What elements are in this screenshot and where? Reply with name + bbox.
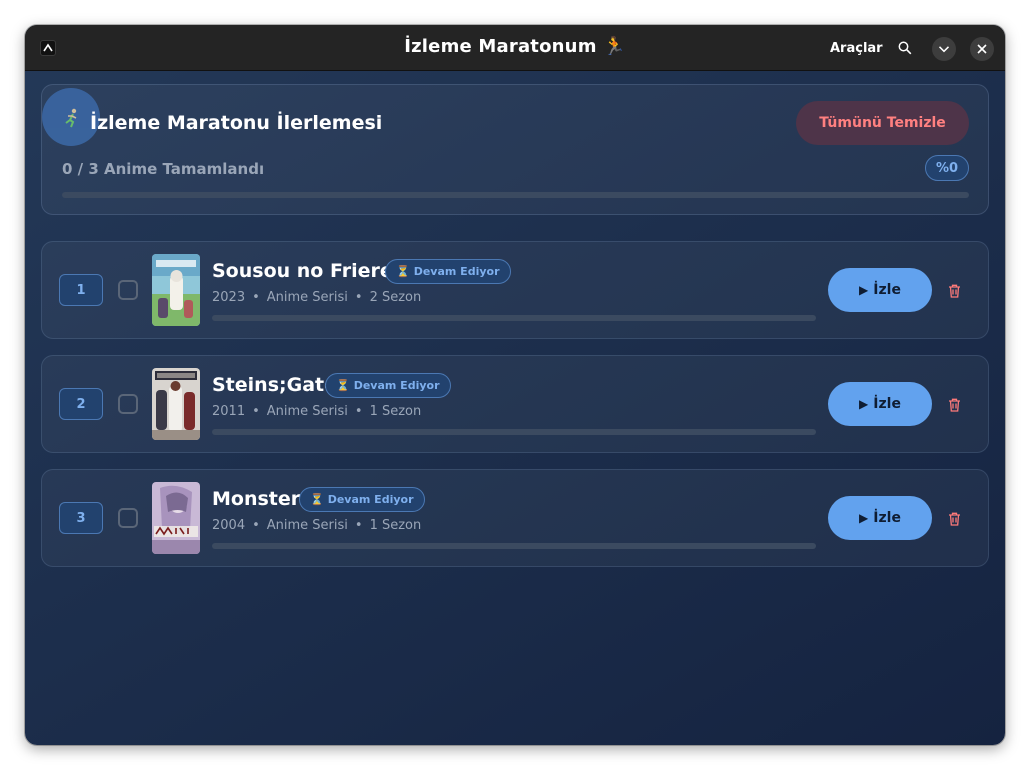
meta-type: Anime Serisi (266, 404, 348, 419)
hourglass-icon: ⏳ (396, 265, 410, 278)
list-item: 1 Sousou no Frieren ⏳ Devam Ediyor 2023 •… (41, 241, 989, 339)
item-index: 2 (59, 388, 103, 420)
watch-label: İzle (873, 396, 901, 412)
minimize-button[interactable] (932, 37, 956, 61)
runner-icon (65, 108, 77, 128)
progress-title: İzleme Maratonu İlerlemesi (90, 112, 383, 134)
anime-meta: 2023 • Anime Serisi • 2 Sezon (212, 290, 422, 305)
watch-label: İzle (873, 510, 901, 526)
runner-emoji: 🏃 (603, 36, 626, 57)
title-bar: İzleme Maratonum 🏃 Araçlar (25, 25, 1005, 71)
watched-checkbox[interactable] (118, 280, 138, 300)
meta-type: Anime Serisi (266, 290, 348, 305)
watch-button[interactable]: ▶ İzle (828, 268, 932, 312)
close-icon (977, 44, 987, 54)
hourglass-icon: ⏳ (310, 493, 324, 506)
meta-year: 2011 (212, 404, 246, 419)
play-icon: ▶ (859, 283, 869, 297)
marathon-progress-card: İzleme Maratonu İlerlemesi Tümünü Temizl… (41, 84, 989, 215)
trash-icon[interactable] (948, 283, 961, 302)
trash-icon[interactable] (948, 511, 961, 530)
completed-count: 0 / 3 Anime Tamamlandı (62, 160, 265, 178)
watch-button[interactable]: ▶ İzle (828, 496, 932, 540)
hourglass-icon: ⏳ (336, 379, 350, 392)
item-progress-bar (212, 543, 816, 549)
close-button[interactable] (970, 37, 994, 61)
app-window: İzleme Maratonum 🏃 Araçlar İzleme Marato… (25, 25, 1005, 745)
meta-seasons: 1 Sezon (369, 518, 422, 533)
list-item: 2 Steins;Gate ⏳ Devam Ediyor 2011 • Anime … (41, 355, 989, 453)
anime-meta: 2004 • Anime Serisi • 1 Sezon (212, 518, 422, 533)
play-icon: ▶ (859, 397, 869, 411)
item-progress-bar (212, 429, 816, 435)
meta-type: Anime Serisi (266, 518, 348, 533)
trash-icon[interactable] (948, 397, 961, 416)
search-icon[interactable] (898, 40, 912, 59)
meta-year: 2004 (212, 518, 246, 533)
item-index: 1 (59, 274, 103, 306)
meta-seasons: 1 Sezon (369, 404, 422, 419)
status-text: Devam Ediyor (353, 379, 440, 392)
tools-menu-button[interactable]: Araçlar (830, 41, 883, 56)
watched-checkbox[interactable] (118, 508, 138, 528)
chevron-down-icon (938, 46, 950, 53)
item-progress-bar (212, 315, 816, 321)
status-badge: ⏳ Devam Ediyor (325, 373, 451, 398)
status-text: Devam Ediyor (327, 493, 414, 506)
poster-image (152, 254, 200, 326)
anime-title: Steins;Gate (212, 374, 337, 396)
status-text: Devam Ediyor (413, 265, 500, 278)
list-item: 3 Monster ⏳ Devam Ediyor 2004 • Anime Seri… (41, 469, 989, 567)
window-title-text: İzleme Maratonum (404, 36, 597, 57)
poster-image (152, 368, 200, 440)
percent-badge: %0 (925, 155, 969, 181)
anime-title: Sousou no Frieren (212, 260, 407, 282)
watched-checkbox[interactable] (118, 394, 138, 414)
meta-seasons: 2 Sezon (369, 290, 422, 305)
status-badge: ⏳ Devam Ediyor (385, 259, 511, 284)
clear-all-button[interactable]: Tümünü Temizle (796, 101, 969, 145)
overall-progress-bar (62, 192, 969, 198)
meta-year: 2023 (212, 290, 246, 305)
play-icon: ▶ (859, 511, 869, 525)
watch-label: İzle (873, 282, 901, 298)
status-badge: ⏳ Devam Ediyor (299, 487, 425, 512)
item-index: 3 (59, 502, 103, 534)
poster-image (152, 482, 200, 554)
anime-meta: 2011 • Anime Serisi • 1 Sezon (212, 404, 422, 419)
anime-title: Monster (212, 488, 301, 510)
watch-button[interactable]: ▶ İzle (828, 382, 932, 426)
